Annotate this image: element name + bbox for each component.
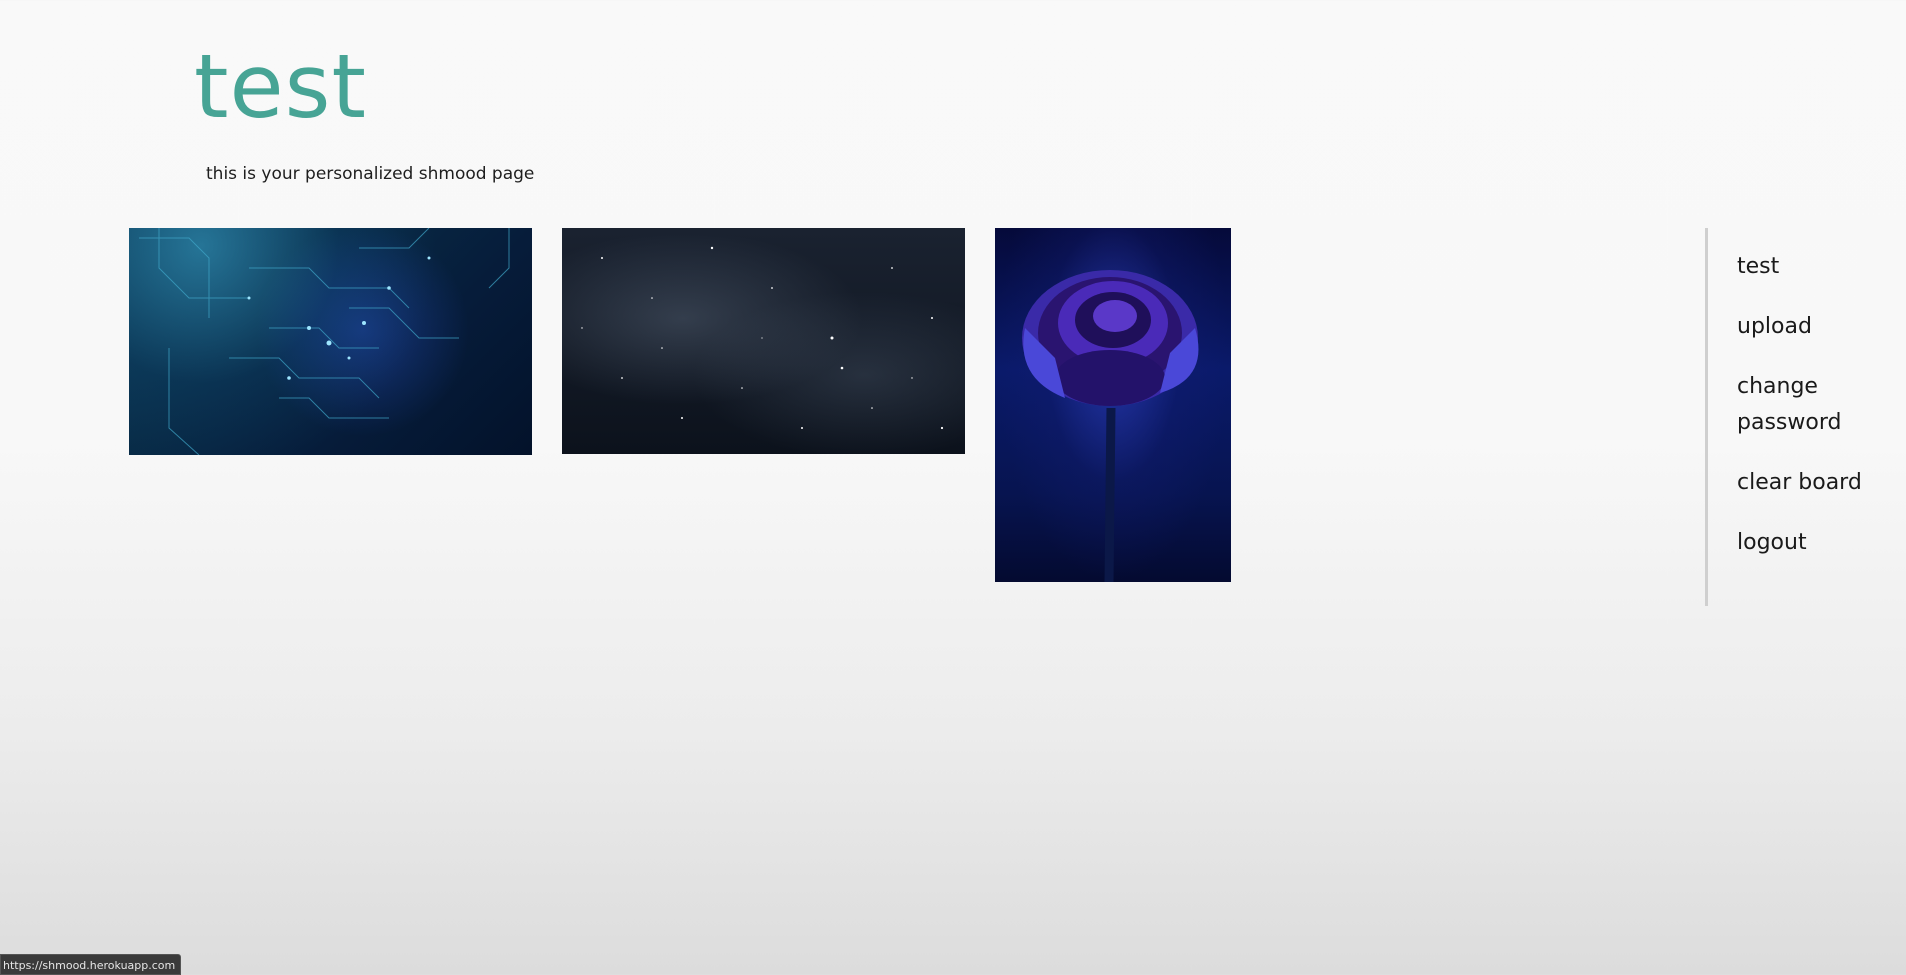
page-subtitle: this is your personalized shmood page xyxy=(206,164,535,184)
circuit-image[interactable] xyxy=(129,228,532,455)
page-title: test xyxy=(194,35,367,138)
side-nav: test upload change password clear board … xyxy=(1705,228,1875,606)
nav-item-clear-board[interactable]: clear board xyxy=(1737,465,1875,501)
nav-item-upload[interactable]: upload xyxy=(1737,309,1875,345)
rose-image[interactable] xyxy=(995,228,1231,582)
nav-item-logout[interactable]: logout xyxy=(1737,525,1875,561)
nav-item-test[interactable]: test xyxy=(1737,249,1875,285)
space-image[interactable] xyxy=(562,228,965,454)
nav-item-change-password[interactable]: change password xyxy=(1737,369,1855,441)
status-bar-url: https://shmood.herokuapp.com xyxy=(0,954,182,975)
